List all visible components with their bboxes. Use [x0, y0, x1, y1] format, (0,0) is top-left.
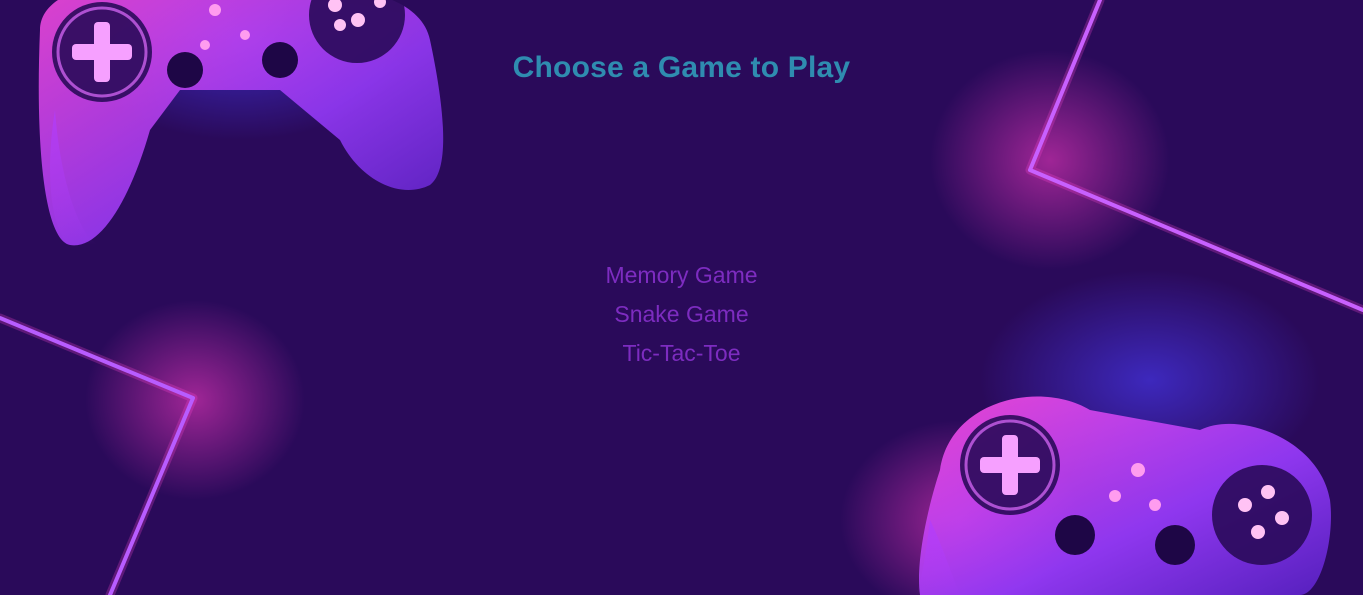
snake-game-link[interactable]: Snake Game — [614, 301, 748, 327]
tic-tac-toe-link[interactable]: Tic-Tac-Toe — [623, 340, 741, 366]
list-item: Tic-Tac-Toe — [0, 338, 1363, 377]
list-item: Memory Game — [0, 260, 1363, 299]
game-menu: Memory Game Snake Game Tic-Tac-Toe — [0, 260, 1363, 377]
list-item: Snake Game — [0, 299, 1363, 338]
memory-game-link[interactable]: Memory Game — [605, 262, 757, 288]
page-title: Choose a Game to Play — [512, 51, 851, 84]
